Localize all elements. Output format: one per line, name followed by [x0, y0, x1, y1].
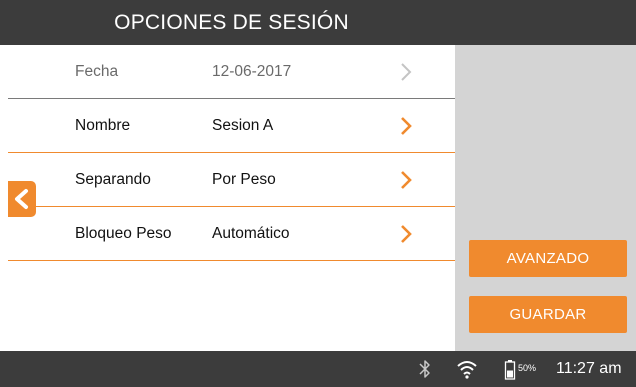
row-label: Separando: [75, 171, 151, 188]
title-bar: OPCIONES DE SESIÓN: [0, 0, 636, 45]
settings-row-nombre[interactable]: Nombre Sesion A: [8, 99, 455, 153]
row-label: Nombre: [75, 117, 131, 134]
row-value: Sesion A: [212, 117, 274, 134]
battery-percent: 50%: [518, 363, 537, 373]
settings-row-bloqueo-peso[interactable]: Bloqueo Peso Automático: [8, 207, 455, 261]
wifi-icon: [457, 361, 477, 379]
chevron-right-icon[interactable]: [396, 170, 416, 190]
settings-list: Fecha 12-06-2017 Nombre Sesion A Separan…: [8, 45, 455, 351]
settings-row-separando[interactable]: Separando Por Peso: [8, 153, 455, 207]
row-value: 12-06-2017: [212, 63, 292, 80]
advanced-button[interactable]: AVANZADO: [469, 240, 627, 277]
status-bar: 50% 11:27 am: [0, 351, 636, 387]
clock: 11:27 am: [556, 360, 622, 377]
back-button[interactable]: [8, 181, 36, 217]
settings-row-fecha: Fecha 12-06-2017: [8, 45, 455, 99]
chevron-right-icon: [401, 63, 412, 81]
row-value: Automático: [212, 225, 290, 242]
chevron-left-icon: [15, 189, 28, 209]
bluetooth-icon: [419, 360, 430, 378]
battery-icon: [504, 360, 516, 380]
chevron-right-icon[interactable]: [396, 224, 416, 244]
chevron-right-icon[interactable]: [396, 116, 416, 136]
row-label: Bloqueo Peso: [75, 225, 172, 242]
row-value: Por Peso: [212, 171, 276, 188]
save-button[interactable]: GUARDAR: [469, 296, 627, 333]
page-title: OPCIONES DE SESIÓN: [114, 11, 349, 34]
row-label: Fecha: [75, 63, 119, 80]
